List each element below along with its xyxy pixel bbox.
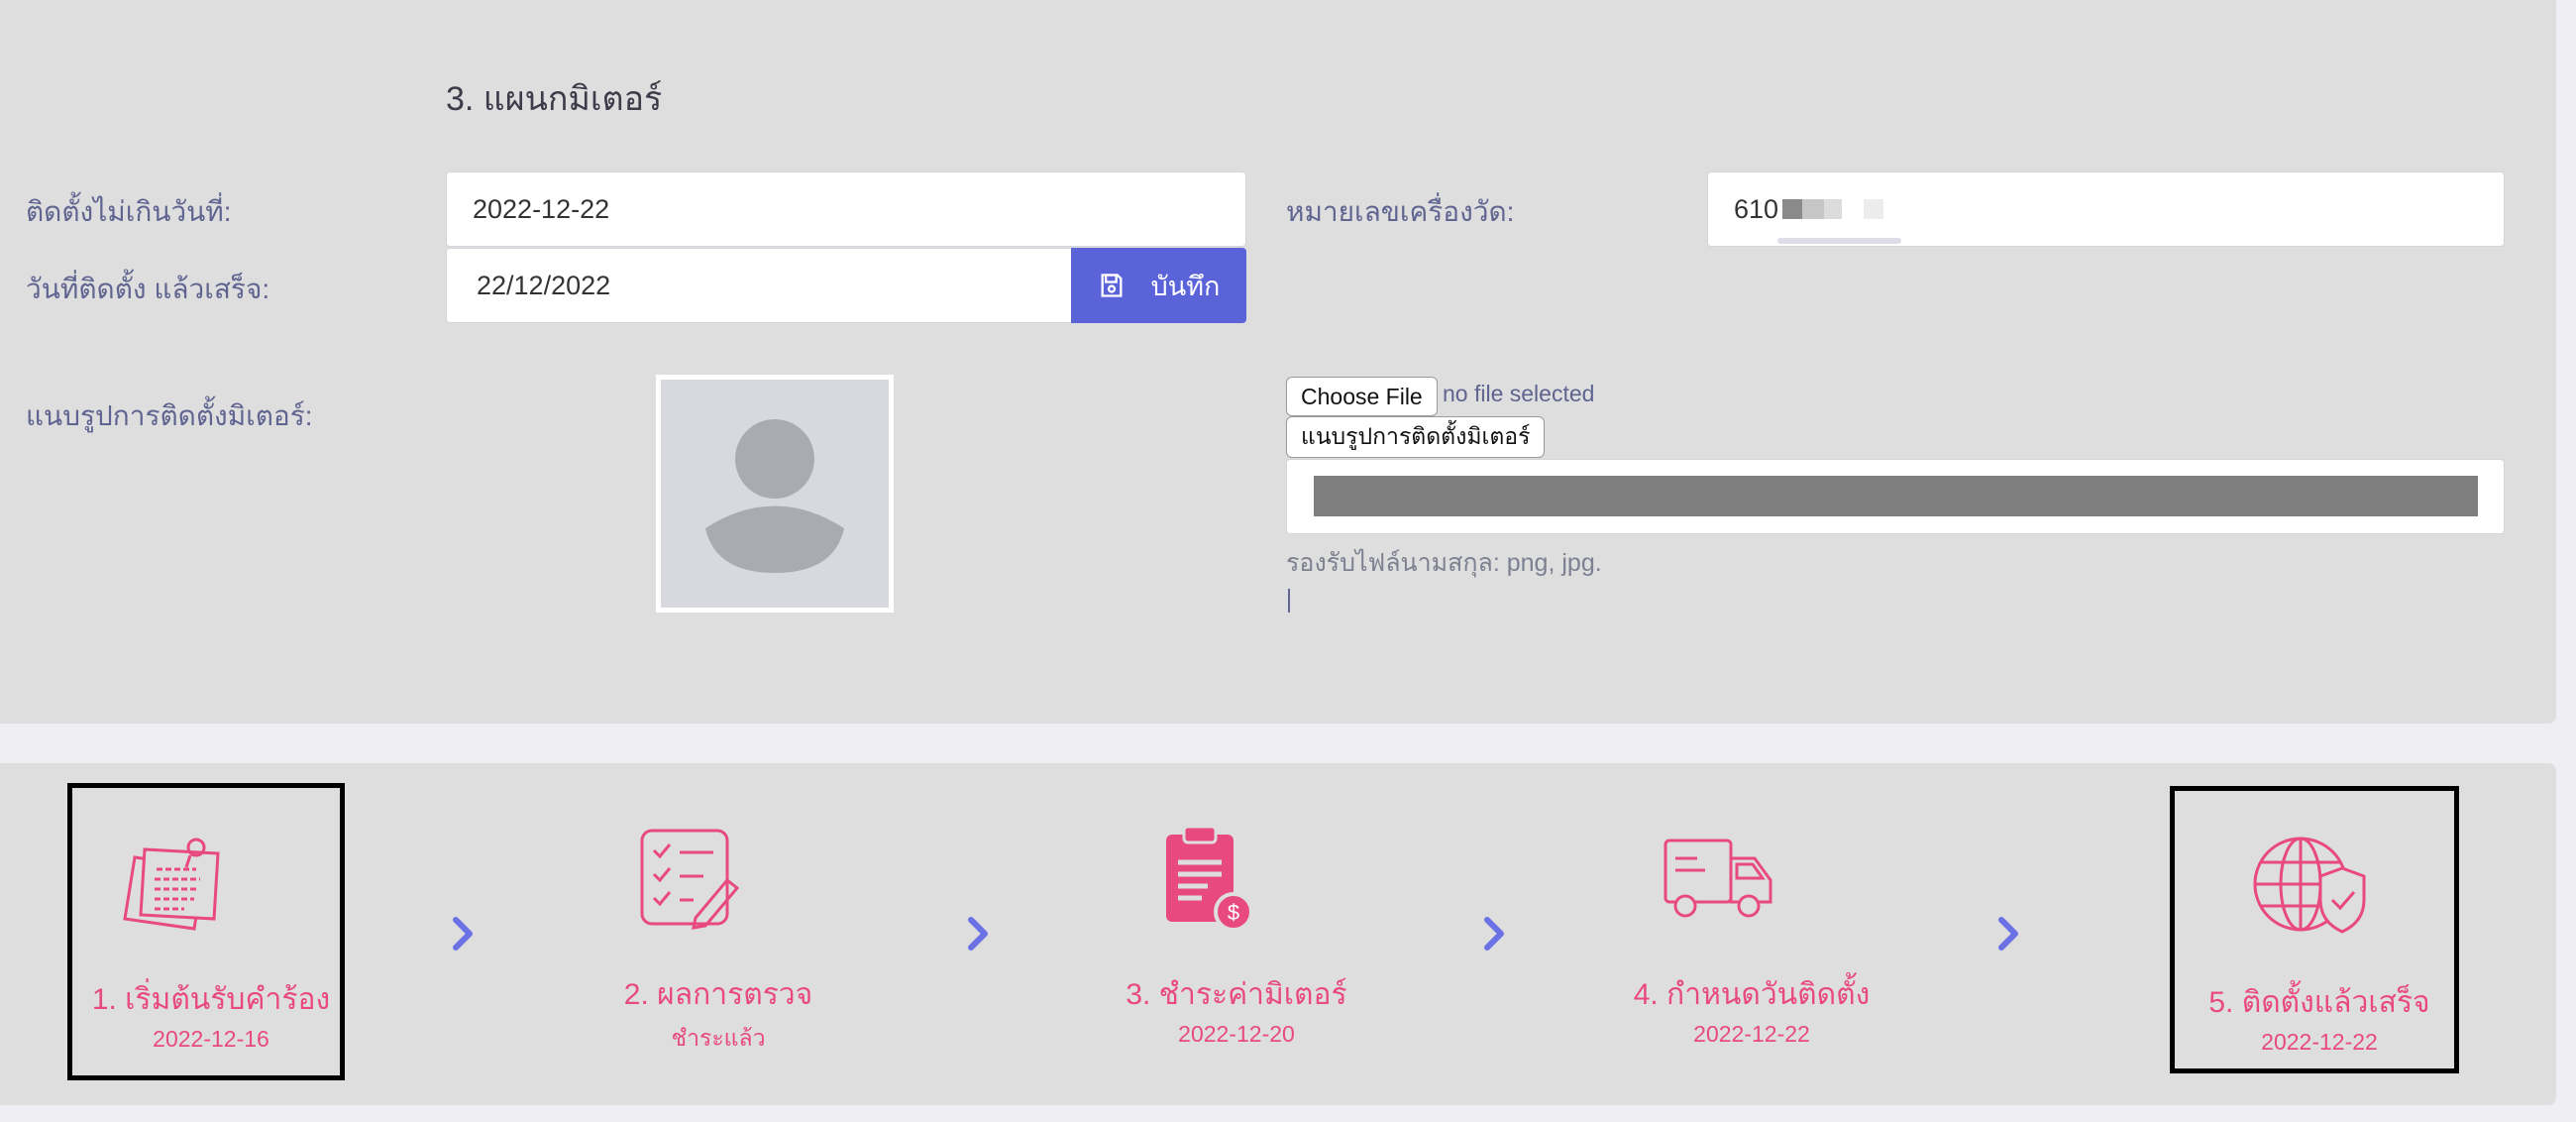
install-done-date-input[interactable]: 22/12/2022: [446, 248, 1072, 323]
svg-text:$: $: [1228, 900, 1239, 925]
install-deadline-label: ติดตั้งไม่เกินวันที่:: [26, 196, 232, 227]
install-done-value: 22/12/2022: [477, 270, 611, 300]
choose-file-label: Choose File: [1301, 383, 1423, 409]
step-5-date: 2022-12-22: [2261, 1029, 2378, 1055]
chevron-right-icon: [453, 917, 473, 951]
step-3-date: 2022-12-20: [1178, 1021, 1295, 1047]
step-4-date: 2022-12-22: [1693, 1021, 1810, 1047]
upload-photo-button[interactable]: แนบรูปการติดตั้งมิเตอร์: [1286, 416, 1546, 458]
step-5-title: 5. ติดตั้งแล้วเสร็จ: [2208, 986, 2430, 1019]
upload-progress-card: [1286, 459, 2505, 534]
save-icon: [1101, 274, 1123, 297]
checklist-icon: [640, 829, 740, 930]
meter-photo-preview: [656, 375, 894, 613]
step-4[interactable]: 4. กำหนดวันติดตั้ง 2022-12-22: [1613, 783, 1890, 1080]
clipboard-dollar-icon: $: [1166, 825, 1253, 932]
step-1-date: 2022-12-16: [153, 1026, 269, 1052]
save-button[interactable]: บันทึก: [1071, 248, 1246, 323]
step-1-title: 1. เริ่มต้นรับคำร้อง: [91, 983, 331, 1016]
section-title: 3. แผนกมิเตอร์: [446, 80, 663, 118]
step-3-title: 3. ชำระค่ามิเตอร์: [1126, 978, 1347, 1011]
text-caret: [1288, 589, 1290, 613]
globe-shield-icon: [2253, 837, 2366, 934]
chevron-right-icon: [1998, 917, 2018, 951]
redacted-digits: [1782, 199, 1803, 219]
install-deadline-input[interactable]: 2022-12-22: [446, 171, 1246, 247]
file-status-text: no file selected: [1443, 381, 1595, 406]
redacted-digits: [1802, 199, 1825, 219]
meter-number-input[interactable]: 610: [1707, 171, 2505, 247]
documents-icon: [123, 838, 220, 931]
step-3[interactable]: $ 3. ชำระค่ามิเตอร์ 2022-12-20: [1098, 783, 1375, 1080]
choose-file-button[interactable]: Choose File: [1286, 377, 1438, 416]
chevron-right-icon: [968, 917, 988, 951]
input-underline: [1777, 238, 1901, 244]
install-done-label: วันที่ติดตั้ง แล้วเสร็จ:: [26, 274, 270, 304]
step-1[interactable]: 1. เริ่มต้นรับคำร้อง 2022-12-16: [67, 783, 345, 1080]
meter-section-panel: [0, 0, 2556, 724]
install-deadline-value: 2022-12-22: [473, 193, 610, 224]
redacted-digits: [1864, 199, 1884, 219]
attach-photo-label: แนบรูปการติดตั้งมิเตอร์:: [26, 400, 313, 431]
step-5[interactable]: 5. ติดตั้งแล้วเสร็จ 2022-12-22: [2170, 786, 2459, 1073]
save-button-label: บันทึก: [1150, 271, 1221, 301]
step-2[interactable]: 2. ผลการตรวจ ชำระแล้ว: [580, 783, 857, 1080]
redacted-digits: [1824, 199, 1843, 219]
upload-photo-label: แนบรูปการติดตั้งมิเตอร์: [1301, 423, 1531, 449]
upload-progress-bar: [1314, 476, 2478, 516]
file-type-hint: รองรับไฟล์นามสกุล: png, jpg.: [1286, 549, 1602, 577]
step-2-status: ชำระแล้ว: [671, 1025, 766, 1051]
meter-number-value: 610: [1734, 193, 1779, 224]
meter-number-label: หมายเลขเครื่องวัด:: [1286, 196, 1515, 227]
truck-icon: [1664, 839, 1772, 918]
step-4-title: 4. กำหนดวันติดตั้ง: [1633, 978, 1871, 1011]
chevron-right-icon: [1484, 917, 1504, 951]
user-placeholder-icon: [705, 419, 844, 573]
step-2-title: 2. ผลการตรวจ: [623, 978, 813, 1011]
